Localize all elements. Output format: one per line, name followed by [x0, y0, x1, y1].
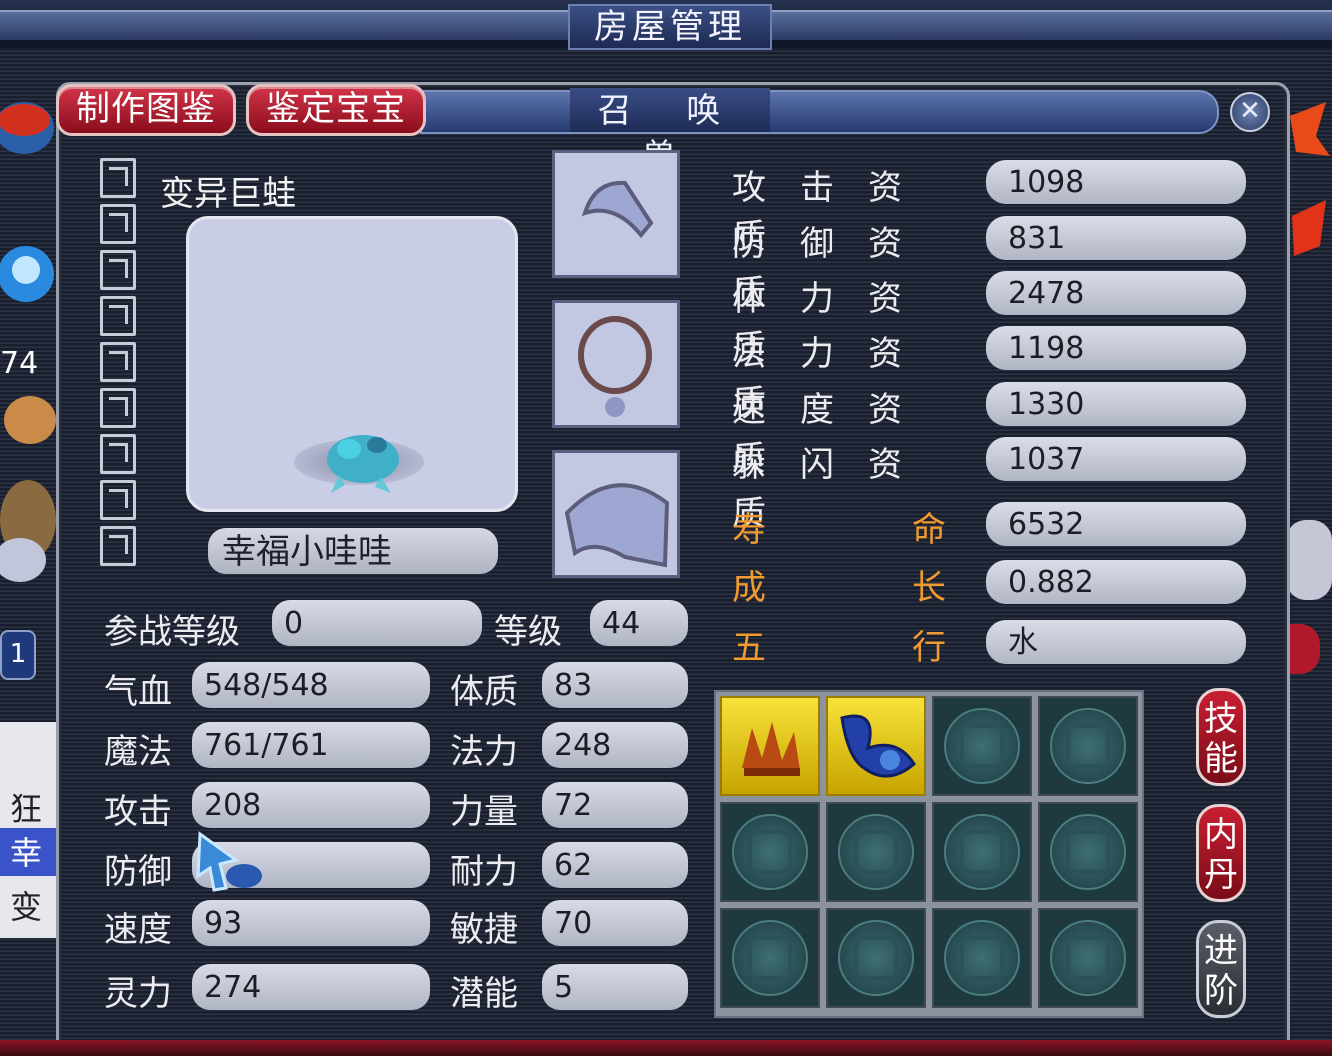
panel-header: [420, 90, 1219, 134]
growth-label-b: 长: [912, 568, 946, 608]
cursor-pointer-icon: [196, 831, 262, 892]
creature-icon: [0, 380, 56, 590]
skill-slot-empty[interactable]: [1038, 802, 1138, 902]
level-label: 等级: [494, 612, 562, 652]
skill-slot-empty[interactable]: [932, 696, 1032, 796]
equip-slot-helmet[interactable]: [552, 150, 680, 278]
lifespan-label-a: 寿: [732, 510, 766, 550]
mp-value: 761/761: [192, 722, 430, 768]
skill-slot-empty[interactable]: [720, 908, 820, 1008]
constitution-label: 体质: [450, 672, 518, 712]
fire-skill-icon: [742, 722, 800, 776]
house-management-title: 房屋管理: [568, 4, 772, 50]
pet-list-item[interactable]: 变: [10, 882, 42, 928]
attack-label: 攻击: [104, 792, 172, 832]
advance-button[interactable]: 进阶: [1196, 920, 1246, 1018]
frog-sprite-icon: [327, 435, 399, 493]
pet-list-item[interactable]: 幸: [0, 828, 56, 876]
wave-emblem-icon: [1286, 520, 1332, 600]
growth-label-a: 成: [732, 568, 766, 608]
speed-aptitude-value: 1330: [986, 382, 1246, 426]
water-skill-icon: [840, 714, 916, 778]
helmet-silhouette-icon: [581, 180, 654, 239]
skill-slot-empty[interactable]: [1038, 696, 1138, 796]
attack-value: 208: [192, 782, 430, 828]
blue-gem-icon: [0, 230, 56, 320]
lifespan-label-b: 命: [912, 510, 946, 550]
skills-button[interactable]: 技能: [1196, 688, 1246, 786]
tab-identify-pet[interactable]: 鉴定宝宝: [246, 84, 426, 136]
constitution-value: 83: [542, 662, 688, 708]
battle-level-label: 参战等级: [104, 612, 240, 652]
page-number: 1: [9, 639, 27, 669]
growth-value: 0.882: [986, 560, 1246, 604]
pet-list-item[interactable]: 狂: [10, 784, 42, 830]
speed-label: 速度: [104, 910, 172, 950]
close-button[interactable]: ✕: [1230, 92, 1270, 132]
strength-value: 72: [542, 782, 688, 828]
skill-slot-empty[interactable]: [826, 908, 926, 1008]
magic-label: 法力: [450, 732, 518, 772]
pet-species-name: 变异巨蛙: [160, 174, 296, 214]
skill-slot-filled[interactable]: [826, 696, 926, 796]
agility-label: 敏捷: [450, 910, 518, 950]
skill-slot-empty[interactable]: [826, 802, 926, 902]
pet-list: 狂 幸 变: [0, 722, 56, 938]
skill-slot-empty[interactable]: [932, 802, 1032, 902]
page-button[interactable]: 1: [0, 630, 36, 680]
endurance-label: 耐力: [450, 852, 518, 892]
element-label-a: 五: [732, 628, 766, 668]
tab-make-catalog[interactable]: 制作图鉴: [56, 84, 236, 136]
attack-aptitude-value: 1098: [986, 160, 1246, 204]
magic-value: 248: [542, 722, 688, 768]
armor-silhouette-icon: [564, 483, 670, 568]
mp-label: 魔法: [104, 732, 172, 772]
inner-core-button[interactable]: 内丹: [1196, 804, 1246, 902]
necklace-silhouette-icon: [578, 316, 652, 417]
skill-slot-empty[interactable]: [720, 802, 820, 902]
speed-value: 93: [192, 900, 430, 946]
left-edge-number: 74: [0, 346, 39, 381]
spirit-label: 灵力: [104, 974, 172, 1014]
pet-nickname-field[interactable]: 幸福小哇哇: [208, 528, 498, 574]
equip-slot-armor[interactable]: [552, 450, 680, 578]
fire-emblem-icon: [1286, 96, 1332, 266]
strength-label: 力量: [450, 792, 518, 832]
house-management-bar: 房屋管理: [0, 0, 1332, 50]
greek-key-ornament: [96, 158, 140, 588]
hp-value: 548/548: [192, 662, 430, 708]
red-side-tab: [1286, 624, 1320, 674]
red-bowl-icon: [0, 88, 56, 178]
hp-label: 气血: [104, 672, 172, 712]
defense-aptitude-value: 831: [986, 216, 1246, 260]
pet-preview: [186, 216, 518, 512]
stamina-aptitude-value: 2478: [986, 271, 1246, 315]
skill-slot-empty[interactable]: [932, 908, 1032, 1008]
magic-aptitude-value: 1198: [986, 326, 1246, 370]
bottom-menu-strip: [0, 1040, 1332, 1056]
equip-slot-necklace[interactable]: [552, 300, 680, 428]
panel-title: 召 唤 兽: [570, 88, 770, 177]
skill-grid: [714, 690, 1144, 1018]
lifespan-value: 6532: [986, 502, 1246, 546]
potential-value: 5: [542, 964, 688, 1010]
potential-label: 潜能: [450, 974, 518, 1014]
spirit-value: 274: [192, 964, 430, 1010]
battle-level-value: 0: [272, 600, 482, 646]
skill-slot-filled[interactable]: [720, 696, 820, 796]
defense-label: 防御: [104, 852, 172, 892]
skill-slot-empty[interactable]: [1038, 908, 1138, 1008]
endurance-value: 62: [542, 842, 688, 888]
dodge-aptitude-value: 1037: [986, 437, 1246, 481]
element-value: 水: [986, 620, 1246, 664]
level-value: 44: [590, 600, 688, 646]
element-label-b: 行: [912, 628, 946, 668]
agility-value: 70: [542, 900, 688, 946]
